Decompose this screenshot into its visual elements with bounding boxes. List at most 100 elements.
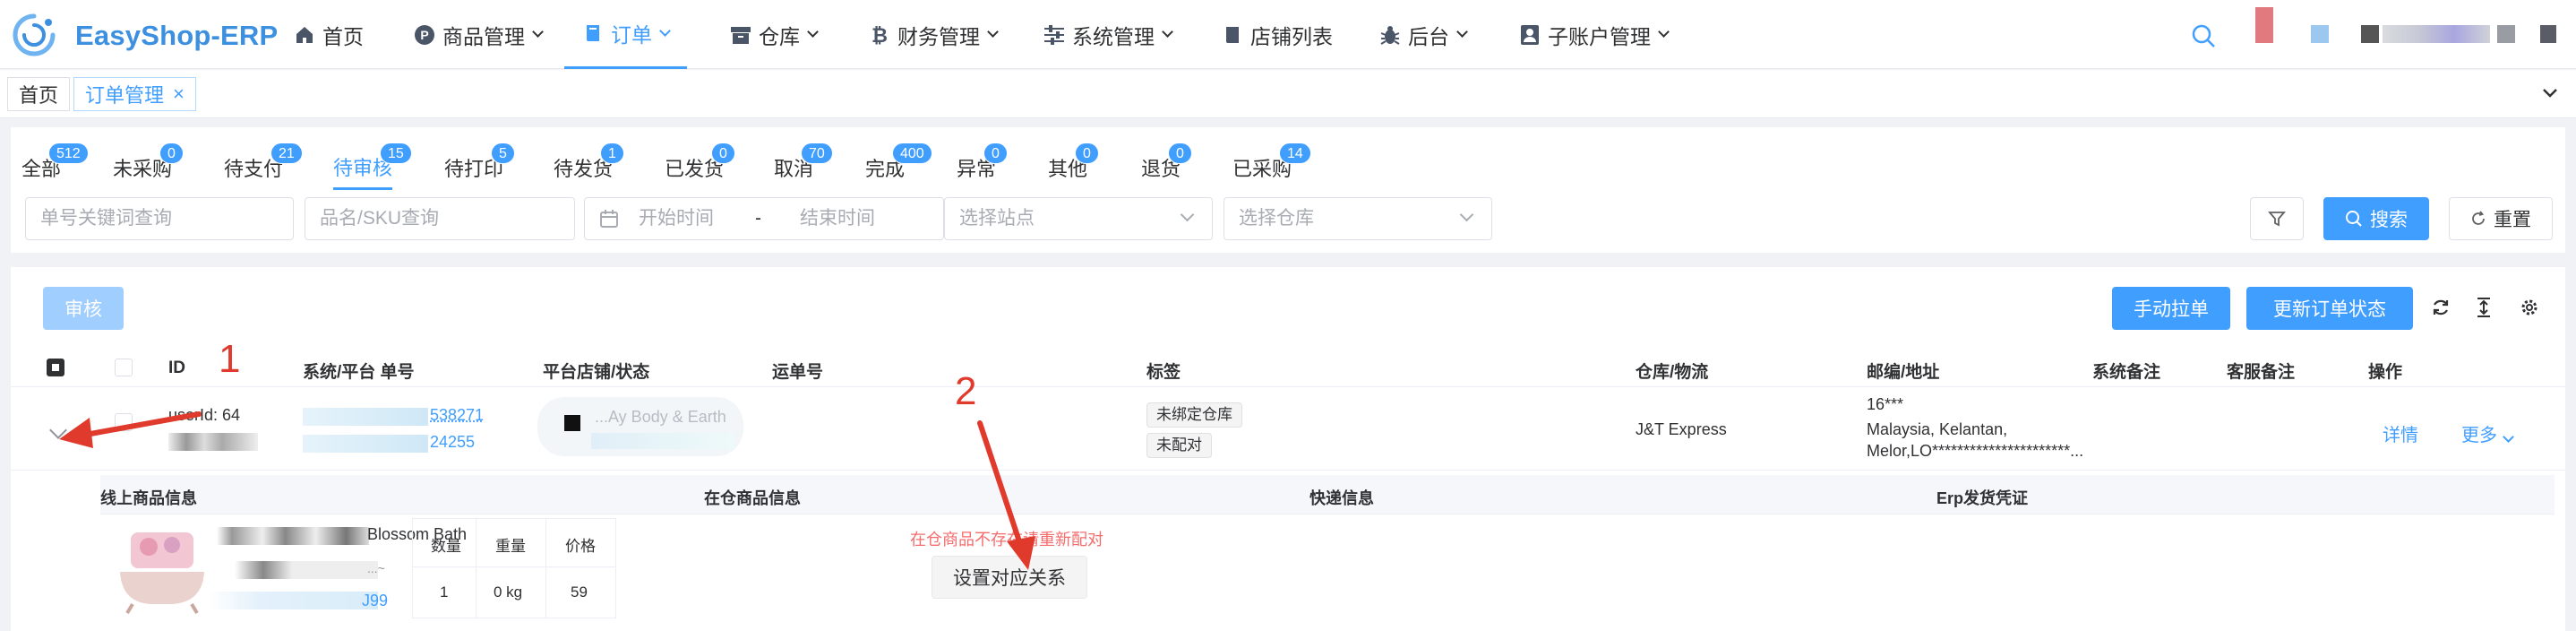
nav-products[interactable]: P 商品管理 <box>414 0 544 69</box>
chevron-down-icon <box>807 26 819 38</box>
chevron-down-icon[interactable] <box>2542 84 2558 100</box>
update-status-button[interactable]: 更新订单状态 <box>2246 287 2413 330</box>
nav-warehouse[interactable]: 仓库 <box>730 0 819 69</box>
status-tab[interactable]: 待发货 1 <box>554 143 624 190</box>
product-name-2: ...~ <box>367 561 385 575</box>
nav-orders[interactable]: 订单 <box>564 0 687 69</box>
status-tab[interactable]: 待打印 5 <box>444 143 515 190</box>
price-value: 59 <box>571 583 588 601</box>
nav-shops-label: 店铺列表 <box>1250 24 1333 48</box>
expand-chevron-icon[interactable] <box>49 421 67 439</box>
calendar-icon <box>600 210 618 228</box>
count-badge: 400 <box>892 143 932 164</box>
status-tab[interactable]: 待支付 21 <box>224 143 303 190</box>
table-row[interactable]: userId: 64 538271 24255 ...Ay Body & Ear… <box>11 388 2565 471</box>
status-tab[interactable]: 未采购 0 <box>113 143 184 190</box>
status-tab[interactable]: 已采购 14 <box>1232 143 1311 190</box>
brand-title[interactable]: EasyShop-ERP <box>75 20 278 52</box>
site-select[interactable] <box>944 197 1213 240</box>
manual-pull-button[interactable]: 手动拉单 <box>2112 287 2230 330</box>
status-tab[interactable]: 待审核 15 <box>333 143 412 190</box>
col-tags: 标签 <box>1146 363 1181 382</box>
header-checkbox[interactable] <box>115 359 133 376</box>
count-badge: 0 <box>1168 143 1192 164</box>
range-separator: - <box>755 208 761 229</box>
nav-backend[interactable]: 后台 <box>1379 0 1468 69</box>
update-status-label: 更新订单状态 <box>2273 299 2386 320</box>
site-select-input[interactable] <box>945 198 1212 239</box>
nav-system-label: 系统管理 <box>1072 24 1155 48</box>
search-button-label: 搜索 <box>2370 210 2408 230</box>
weight-header: 重量 <box>495 538 526 555</box>
platform-order-no[interactable]: 538271 <box>430 406 484 425</box>
set-mapping-button[interactable]: 设置对应关系 <box>932 556 1087 599</box>
refresh-icon[interactable] <box>2431 298 2451 317</box>
sku-blurred <box>208 592 378 609</box>
warehouse-select-input[interactable] <box>1224 198 1491 239</box>
nav-shops[interactable]: 店铺列表 <box>1222 0 1333 69</box>
nav-system[interactable]: 系统管理 <box>1043 0 1173 69</box>
detail-header: 线上商品信息 在仓商品信息 快递信息 Erp发货凭证 <box>100 475 2555 514</box>
nav-products-label: 商品管理 <box>442 24 525 48</box>
status-tab[interactable]: 取消 70 <box>774 143 833 190</box>
warehouse-product-warning: 在仓商品不存在请重新配对 <box>910 531 1103 549</box>
select-all-checkbox[interactable] <box>47 359 64 376</box>
count-badge: 14 <box>1279 143 1311 164</box>
end-time-input[interactable] <box>791 198 934 239</box>
reset-button[interactable]: 重置 <box>2449 197 2553 240</box>
order-keyword-filter[interactable] <box>25 197 294 240</box>
postcode: 16*** <box>1867 395 1904 413</box>
nav-subaccounts-label: 子账户管理 <box>1548 24 1651 48</box>
chevron-down-icon <box>532 26 544 38</box>
nav-finance[interactable]: ₿ 财务管理 <box>869 0 999 69</box>
status-tab[interactable]: 已发货 0 <box>665 143 735 190</box>
nav-orders-label: 订单 <box>611 23 652 47</box>
search-button[interactable]: 搜索 <box>2323 197 2429 240</box>
status-tab[interactable]: 退货 0 <box>1141 143 1192 190</box>
count-badge: 0 <box>1075 143 1099 164</box>
chevron-down-icon <box>987 26 999 38</box>
product-sku-filter[interactable] <box>305 197 575 240</box>
tab-order-management[interactable]: 订单管理 × <box>73 77 196 111</box>
date-range-picker[interactable]: - <box>584 197 944 240</box>
user-info-blurred[interactable] <box>2254 7 2576 57</box>
nav-subaccounts[interactable]: 子账户管理 <box>1519 0 1670 69</box>
count-badge: 15 <box>380 143 412 164</box>
gear-icon[interactable] <box>2519 297 2540 318</box>
product-sku-input[interactable] <box>305 198 574 239</box>
manual-pull-label: 手动拉单 <box>2134 299 2209 320</box>
nav-finance-label: 财务管理 <box>897 24 980 48</box>
advanced-filter-button[interactable] <box>2250 197 2304 240</box>
start-time-input[interactable] <box>630 198 746 239</box>
address-line-1: Malaysia, Kelantan, <box>1867 420 2008 438</box>
svg-text:₿: ₿ <box>872 25 888 46</box>
sliders-icon <box>1043 24 1065 46</box>
chevron-down-icon <box>2503 431 2514 443</box>
sku-link[interactable]: J99 <box>362 592 388 610</box>
column-height-icon[interactable] <box>2476 298 2492 317</box>
order-keyword-input[interactable] <box>26 198 293 239</box>
col-postcode-address: 邮编/地址 <box>1867 363 1940 382</box>
audit-button[interactable]: 审核 <box>43 287 124 330</box>
status-tab[interactable]: 异常 0 <box>957 143 1008 190</box>
more-dropdown[interactable]: 更多 <box>2461 420 2514 446</box>
orders-card: 审核 手动拉单 更新订单状态 ID 系统/平台 单号 平台店铺/状态 运单号 标… <box>11 267 2565 631</box>
nav-home[interactable]: 首页 <box>294 0 364 69</box>
product-name-blurred <box>235 561 378 579</box>
filter-icon <box>2268 212 2286 227</box>
warehouse-select[interactable] <box>1224 197 1492 240</box>
status-tab[interactable]: 其他 0 <box>1048 143 1099 190</box>
tab-home[interactable]: 首页 <box>7 77 71 111</box>
detail-link[interactable]: 详情 <box>2383 420 2418 446</box>
nav-warehouse-label: 仓库 <box>759 24 800 48</box>
status-tab[interactable]: 完成 400 <box>865 143 932 190</box>
user-id: userId: 64 <box>168 406 241 424</box>
top-navbar: EasyShop-ERP 首页 P 商品管理 订单 仓库 ₿ 财务管理 系统管理… <box>0 0 2576 69</box>
close-icon[interactable]: × <box>173 84 185 104</box>
order-id-blurred <box>168 433 258 451</box>
shop-name: ...Ay Body & Earth <box>595 408 726 426</box>
search-icon[interactable] <box>2191 23 2216 48</box>
system-order-no[interactable]: 24255 <box>430 433 475 452</box>
status-tab[interactable]: 全部 512 <box>21 143 89 190</box>
row-checkbox[interactable] <box>115 413 133 431</box>
